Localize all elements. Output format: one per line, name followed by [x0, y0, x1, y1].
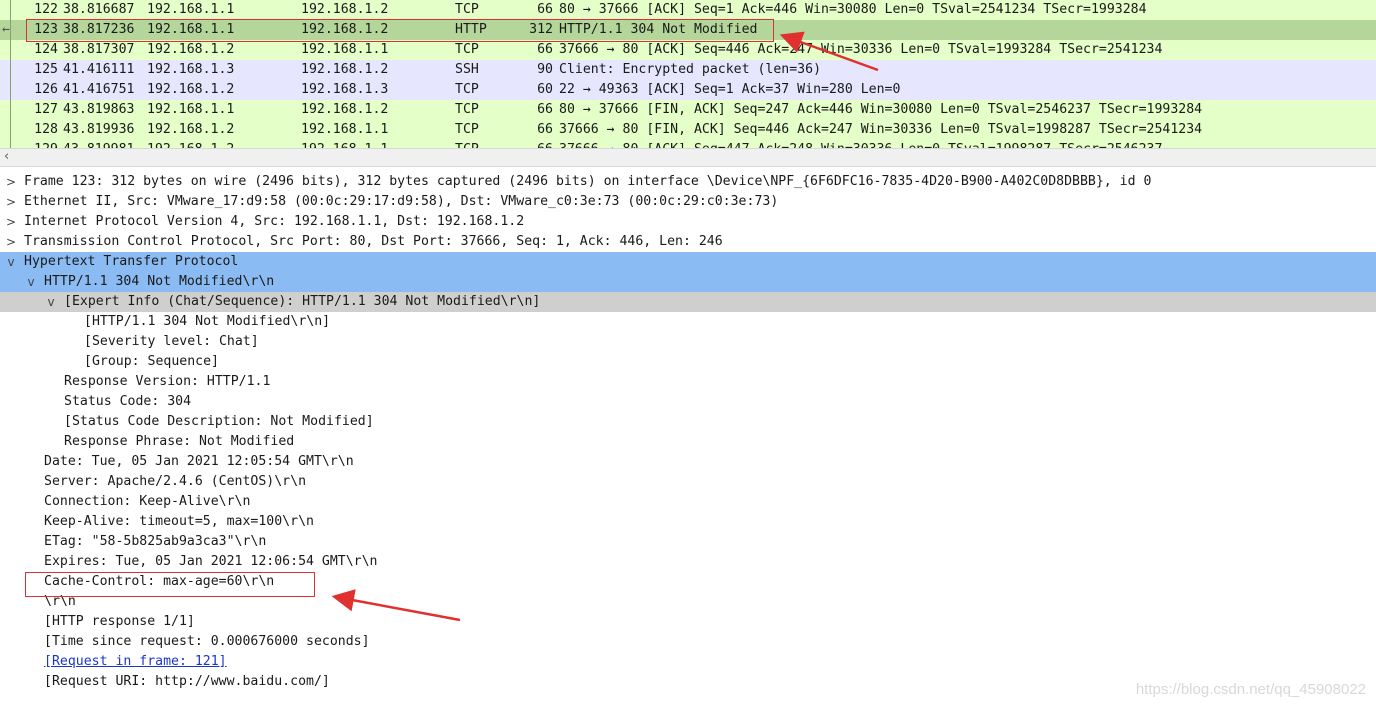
annotation-arrows	[331, 31, 879, 622]
annotation-arrow-bottom	[331, 589, 461, 622]
watermark: https://blog.csdn.net/qq_45908022	[1135, 681, 1366, 698]
annotation-arrow-top	[779, 31, 879, 72]
